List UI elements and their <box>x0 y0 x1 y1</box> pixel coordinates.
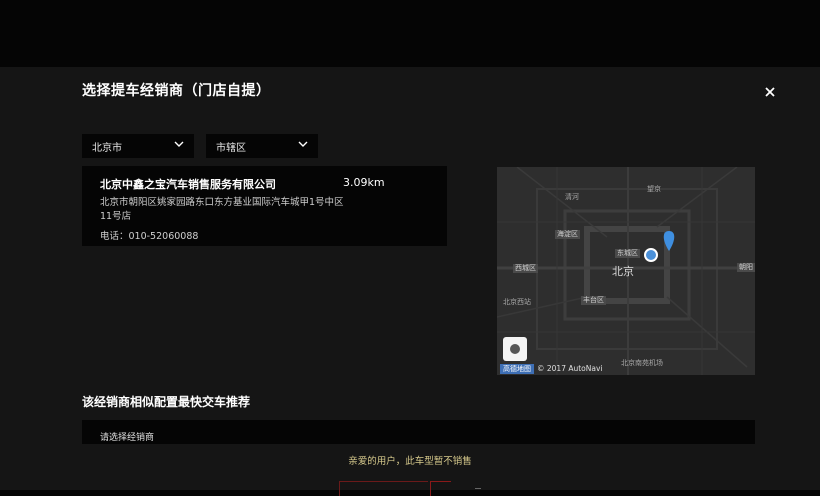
dealer-card[interactable]: 北京中鑫之宝汽车销售服务有限公司 3.09km 北京市朝阳区姚家园路东口东方基业… <box>82 166 447 246</box>
primary-button[interactable] <box>430 481 451 496</box>
dealer-select-modal: 选择提车经销商（门店自提） 北京市 市辖区 北京中鑫之宝汽车销售服务有限公司 3… <box>0 67 820 496</box>
locate-icon <box>510 344 520 354</box>
secondary-button[interactable] <box>339 481 428 496</box>
map-label: 望京 <box>647 185 661 193</box>
map-label: 清河 <box>565 193 579 201</box>
map-label: 东城区 <box>615 249 640 258</box>
unavailable-notice: 亲爱的用户，此车型暂不销售 <box>348 456 472 467</box>
map-label: 朝阳 <box>737 263 755 272</box>
chevron-down-icon <box>174 140 184 151</box>
map-label: 北京西站 <box>503 298 531 306</box>
locate-button[interactable] <box>503 337 527 361</box>
city-select[interactable]: 北京市 <box>82 134 194 158</box>
district-select[interactable]: 市辖区 <box>206 134 318 158</box>
map-label: 西城区 <box>513 264 538 273</box>
map-provider-logo: 高德地图 <box>500 364 534 374</box>
page-header <box>0 0 820 67</box>
district-select-value: 市辖区 <box>216 143 246 154</box>
dealer-name: 北京中鑫之宝汽车销售服务有限公司 <box>100 178 276 191</box>
city-select-value: 北京市 <box>92 143 122 154</box>
recommend-title: 该经销商相似配置最快交车推荐 <box>82 395 251 409</box>
dealer-distance: 3.09km <box>343 176 385 189</box>
recommend-dealer-placeholder: 请选择经销商 <box>100 433 155 443</box>
divider <box>475 488 481 489</box>
dealer-address: 北京市朝阳区姚家园路东口东方基业国际汽车城甲1号中区11号店 <box>100 197 344 222</box>
map-copyright: © 2017 AutoNavi <box>537 364 603 373</box>
map-label: 海淀区 <box>555 230 580 239</box>
map-label: 北京南苑机场 <box>621 359 663 367</box>
recommend-dealer-bar[interactable]: 请选择经销商 <box>82 420 755 444</box>
map-label: 丰台区 <box>581 296 606 305</box>
dealer-map[interactable]: 清河 望京 海淀区 东城区 西城区 北京西站 丰台区 朝阳 北京南苑机场 北京 … <box>497 167 755 375</box>
chevron-down-icon <box>298 140 308 151</box>
modal-title: 选择提车经销商（门店自提） <box>82 83 271 99</box>
map-credit: 高德地图 © 2017 AutoNavi <box>500 364 603 374</box>
close-icon[interactable] <box>761 83 779 101</box>
map-city-label: 北京 <box>612 265 634 278</box>
dealer-phone: 电话：010-52060088 <box>100 231 199 242</box>
